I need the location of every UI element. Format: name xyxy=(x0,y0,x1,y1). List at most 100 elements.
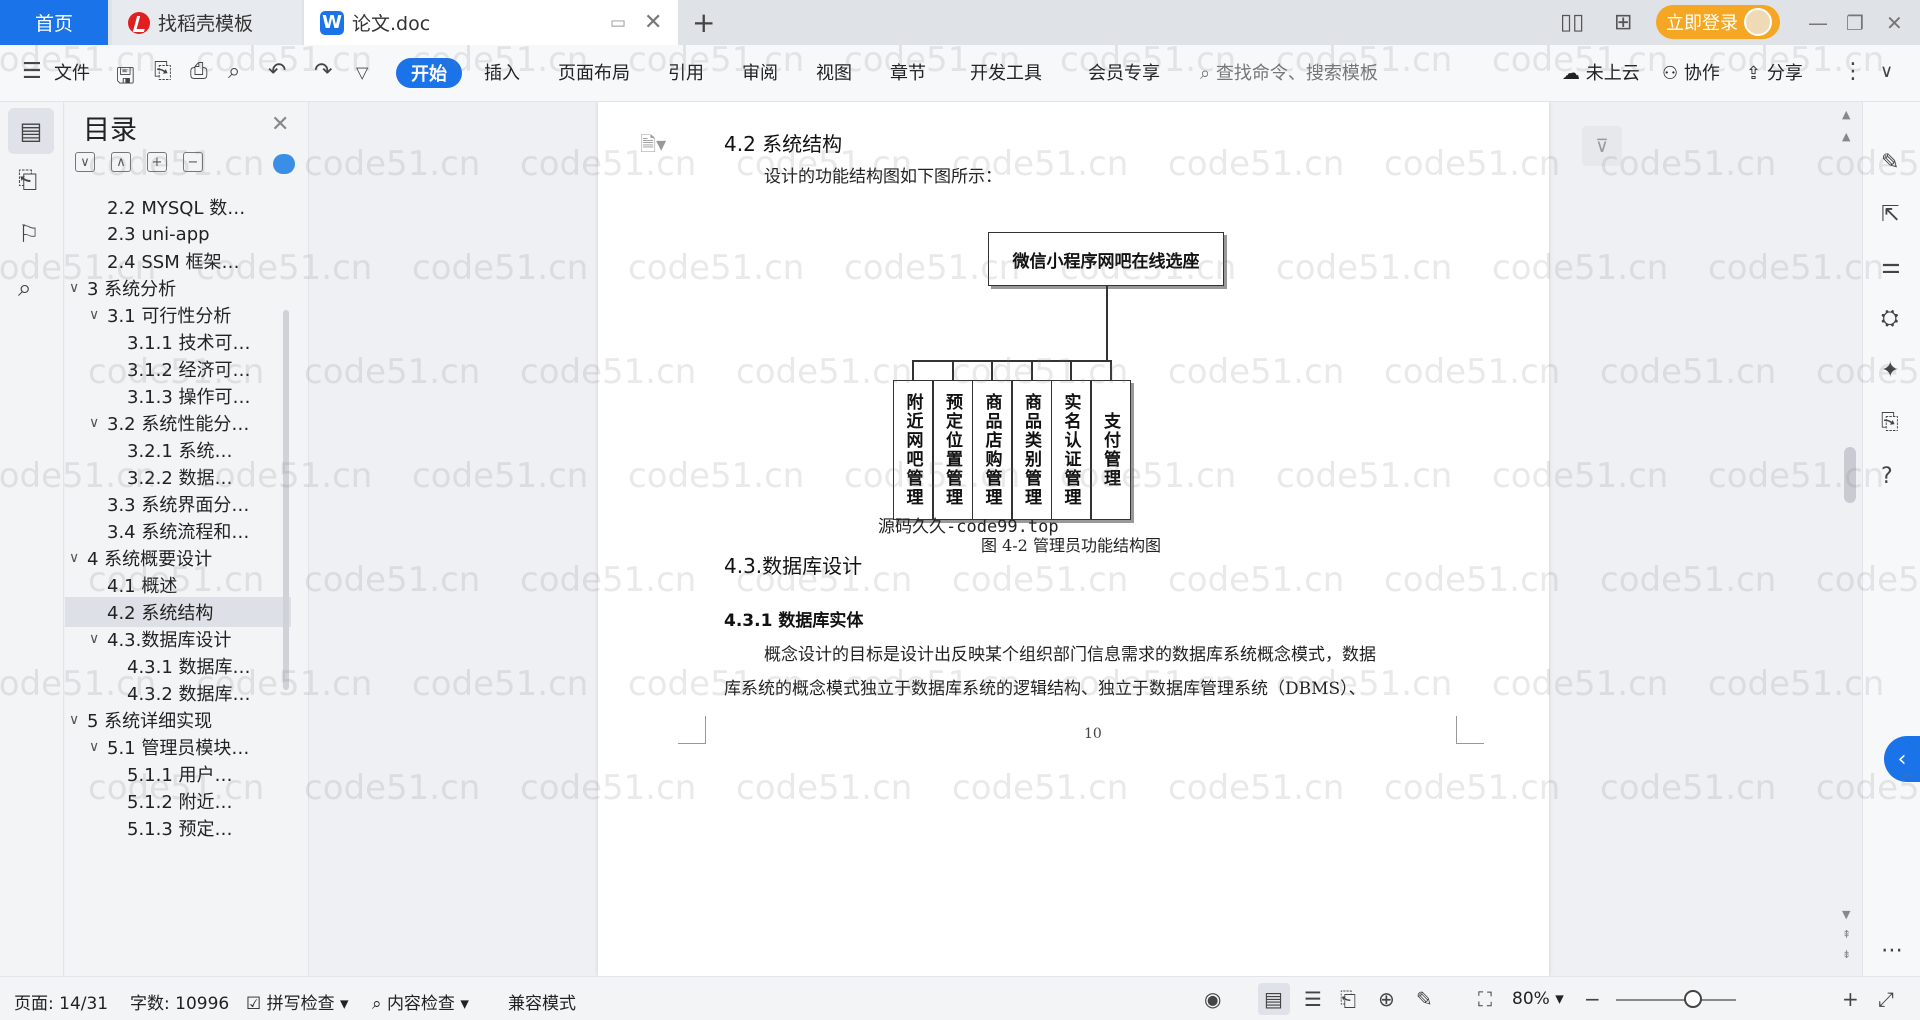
page-indicator[interactable]: 页面: 14/31 xyxy=(14,989,108,1014)
more-icon[interactable]: ⋯ xyxy=(1881,938,1903,963)
menu-view[interactable]: 视图 xyxy=(816,59,852,85)
tab-template[interactable]: 找稻壳模板 xyxy=(112,0,302,45)
maximize-icon[interactable]: ❐ xyxy=(1846,0,1864,45)
toc-item[interactable]: ∨ 4 系统概要设计 xyxy=(65,543,291,573)
scroll-thumb[interactable] xyxy=(1844,447,1856,503)
toc-item[interactable]: 3.1.3 操作可… xyxy=(65,381,291,411)
menu-insert[interactable]: 插入 xyxy=(484,59,520,85)
heading-4-3-1[interactable]: 4.3.1 数据库实体 xyxy=(724,606,863,631)
toc-item[interactable]: 4.3.2 数据库… xyxy=(65,678,291,708)
menu-dev-tools[interactable]: 开发工具 xyxy=(970,59,1042,85)
next-page-icon[interactable]: ⇟ xyxy=(1842,948,1851,961)
fullscreen-icon[interactable]: ⤢ xyxy=(1878,987,1894,1011)
toc-item[interactable]: ∨ 4.3.数据库设计 xyxy=(65,624,291,654)
toc-item[interactable]: ∨ 3.2 系统性能分… xyxy=(65,408,291,438)
page-view-icon[interactable]: ▤ xyxy=(1264,987,1283,1011)
toc-item[interactable]: ∨ 3 系统分析 xyxy=(65,273,291,303)
web-view-icon[interactable]: ⊕ xyxy=(1378,987,1395,1011)
heading-4-2[interactable]: 4.2 系统结构 xyxy=(724,128,842,157)
toc-item[interactable]: 3.2.2 数据… xyxy=(65,462,291,492)
export-pdf-icon[interactable]: ⎘ xyxy=(154,59,172,84)
print-preview-icon[interactable]: ⌕ xyxy=(228,59,240,84)
print-icon[interactable]: ⎙ xyxy=(190,59,208,84)
apps-grid-icon[interactable]: ⊞ xyxy=(1614,0,1632,45)
toc-item[interactable]: 3.4 系统流程和… xyxy=(65,516,291,546)
toc-item[interactable]: ∨ 5.1 管理员模块… xyxy=(65,732,291,762)
body-paragraph-line-2[interactable]: 库系统的概念模式独立于数据库系统的逻辑结构、独立于数据库管理系统（DBMS）、 xyxy=(724,674,1366,699)
chevron-down-icon[interactable]: ∨ xyxy=(89,631,107,647)
toc-item[interactable]: 2.4 SSM 框架… xyxy=(65,246,291,276)
save-icon[interactable]: 🖫 xyxy=(116,59,135,97)
collapse-ribbon-icon[interactable]: ∨ xyxy=(1880,61,1893,82)
adjust-sliders-icon[interactable]: ⚌ xyxy=(1881,254,1901,279)
body-paragraph-line-1[interactable]: 概念设计的目标是设计出反映某个组织部门信息需求的数据库系统概念模式，数据 xyxy=(764,640,1376,665)
format-paint-icon[interactable]: ⛭ xyxy=(1881,306,1899,331)
new-tab-button[interactable]: + xyxy=(692,0,715,45)
tab-home[interactable]: 首页 xyxy=(0,0,108,45)
toc-item[interactable]: 3.3 系统界面分… xyxy=(65,489,291,519)
toc-item[interactable]: 3.1.1 技术可… xyxy=(65,327,291,357)
fit-page-icon[interactable]: ⛶ xyxy=(1478,987,1492,1011)
toc-item[interactable]: 4.3.1 数据库… xyxy=(65,651,291,681)
toc-item[interactable]: 5.1.3 预定… xyxy=(65,813,291,843)
paragraph-menu-icon[interactable]: 🗎▾ xyxy=(640,130,666,164)
toc-item[interactable]: 2.2 MYSQL 数… xyxy=(65,192,291,222)
tab-document[interactable]: W 论文.doc ▭ ✕ xyxy=(304,0,678,45)
float-tool-icon[interactable]: ⊽ xyxy=(1582,126,1622,166)
menu-member[interactable]: 会员专享 xyxy=(1088,59,1160,85)
chapter-nav-icon[interactable]: ⎗ xyxy=(18,166,37,194)
collapse-all-icon[interactable]: ∧ xyxy=(111,152,131,172)
chevron-down-icon[interactable]: ∨ xyxy=(69,550,87,566)
zoom-slider-track[interactable] xyxy=(1616,999,1736,1001)
share-button[interactable]: ⇪ 分享 xyxy=(1746,59,1803,85)
redo-icon[interactable]: ↷ xyxy=(314,59,332,84)
ai-assistant-icon[interactable]: ✦ xyxy=(1881,358,1899,383)
outline-view-icon[interactable]: ☰ xyxy=(1304,987,1322,1011)
reading-view-icon[interactable]: ⎗ xyxy=(1340,987,1356,1011)
write-mode-icon[interactable]: ✎ xyxy=(1416,987,1433,1011)
close-window-icon[interactable]: ✕ xyxy=(1886,0,1903,45)
scroll-top-icon[interactable]: ▲ xyxy=(1842,108,1850,121)
outline-icon[interactable]: ▤ xyxy=(8,108,54,154)
chevron-down-icon[interactable]: ∨ xyxy=(89,415,107,431)
command-search[interactable]: ⌕ 查找命令、搜索模板 xyxy=(1200,59,1378,85)
select-cursor-icon[interactable]: ⇱ xyxy=(1881,202,1899,227)
expand-all-icon[interactable]: ∨ xyxy=(75,152,95,172)
toc-smart-toggle[interactable] xyxy=(273,154,295,174)
login-button[interactable]: 立即登录 xyxy=(1656,5,1780,39)
screen-icon[interactable]: ▭ xyxy=(610,13,626,33)
zoom-out-icon[interactable]: − xyxy=(1584,987,1601,1011)
word-count[interactable]: 字数: 10996 xyxy=(130,989,229,1014)
pen-icon[interactable]: ✎ xyxy=(1881,150,1899,175)
layout-icon[interactable]: ▯▯ xyxy=(1560,0,1584,45)
more-options-icon[interactable]: ⋮ xyxy=(1842,59,1864,84)
chevron-down-icon[interactable]: ∨ xyxy=(69,280,87,296)
add-heading-icon[interactable]: + xyxy=(147,152,167,172)
more-dropdown-icon[interactable]: ▽ xyxy=(356,63,368,82)
toc-item[interactable]: ∨ 3.1 可行性分析 xyxy=(65,300,291,330)
collaborate-button[interactable]: ⚇ 协作 xyxy=(1662,59,1720,85)
toc-item[interactable]: 3.2.1 系统… xyxy=(65,435,291,465)
menu-file[interactable]: 文件 xyxy=(54,59,90,85)
find-icon[interactable]: ⌕ xyxy=(18,274,31,302)
zoom-level[interactable]: 80% ▾ xyxy=(1512,989,1564,1009)
chevron-down-icon[interactable]: ∨ xyxy=(89,739,107,755)
hamburger-menu-icon[interactable]: ☰ xyxy=(22,59,42,84)
intro-paragraph[interactable]: 设计的功能结构图如下图所示： xyxy=(764,162,1002,187)
help-icon[interactable]: ? xyxy=(1881,464,1893,489)
toc-item[interactable]: 4.1 概述 xyxy=(65,570,291,600)
content-check[interactable]: ⌕ 内容检查 ▾ xyxy=(372,989,469,1014)
menu-review[interactable]: 审阅 xyxy=(742,59,778,85)
chevron-down-icon[interactable]: ∨ xyxy=(89,307,107,323)
heading-4-3[interactable]: 4.3.数据库设计 xyxy=(724,550,862,579)
remove-heading-icon[interactable]: − xyxy=(183,152,203,172)
cloud-status[interactable]: ☁ 未上云 xyxy=(1562,59,1640,85)
menu-page-layout[interactable]: 页面布局 xyxy=(558,59,630,85)
minimize-icon[interactable]: — xyxy=(1808,0,1828,45)
spell-check[interactable]: ☑ 拼写检查 ▾ xyxy=(246,989,349,1014)
toc-item[interactable]: 3.1.2 经济可… xyxy=(65,354,291,384)
toc-item[interactable]: 2.3 uni-app xyxy=(65,219,291,249)
toc-item[interactable]: 5.1.2 附近… xyxy=(65,786,291,816)
prev-page-icon[interactable]: ⇞ xyxy=(1842,928,1851,941)
chevron-down-icon[interactable]: ∨ xyxy=(69,712,87,728)
